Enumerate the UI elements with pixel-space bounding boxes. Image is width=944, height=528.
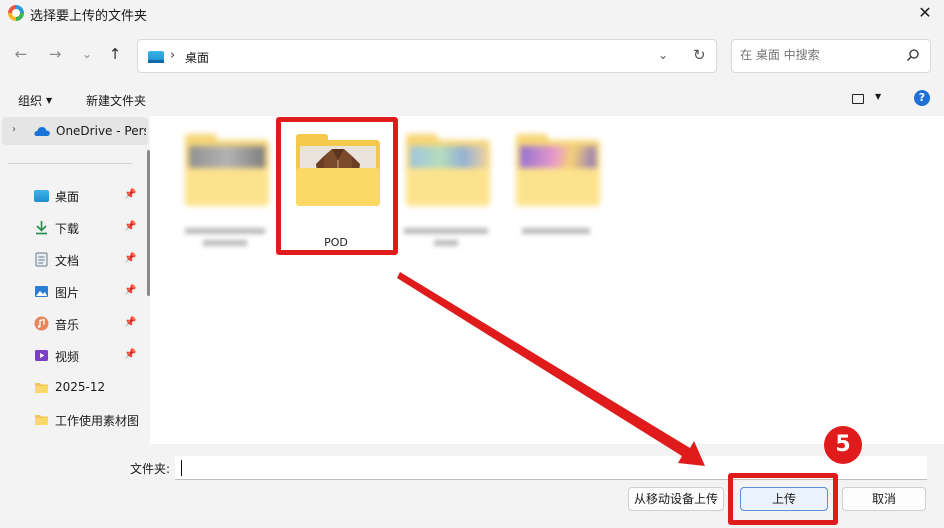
sidebar-item-videos[interactable]: 视频 📌 — [0, 342, 146, 370]
folder-icon — [35, 383, 48, 393]
search-input[interactable] — [740, 48, 900, 62]
sidebar-item-music[interactable]: 音乐 📌 — [0, 310, 146, 338]
search-icon[interactable] — [906, 48, 920, 62]
navigation-pane: › OneDrive - Personal 桌面 📌 下载 📌 文档 📌 — [0, 116, 150, 444]
pin-icon: 📌 — [124, 253, 137, 264]
folder-thumbnail — [406, 134, 490, 206]
view-mode-icon[interactable] — [852, 94, 864, 104]
navigation-bar: ← → ⌄ ↑ › 桌面 ⌄ ↻ — [0, 34, 944, 74]
back-arrow-icon[interactable]: ← — [10, 44, 32, 64]
search-box[interactable] — [731, 39, 931, 73]
desktop-icon — [34, 190, 49, 202]
window-title: 选择要上传的文件夹 — [30, 9, 148, 24]
sidebar-item-folder-2025-12[interactable]: 2025-12 — [0, 374, 146, 402]
organize-label: 组织 — [18, 94, 43, 108]
sidebar-item-label: OneDrive - Personal — [56, 124, 146, 138]
highlight-box-upload-button — [728, 473, 838, 525]
breadcrumb-separator-icon[interactable]: › — [170, 48, 175, 63]
onedrive-cloud-icon — [34, 127, 50, 136]
pin-icon: 📌 — [124, 221, 137, 232]
folder-thumbnail — [185, 134, 269, 206]
pin-icon: 📌 — [124, 349, 137, 360]
desktop-location-icon — [148, 51, 164, 63]
sidebar-item-onedrive[interactable]: › OneDrive - Personal — [2, 117, 148, 145]
sidebar-item-pictures[interactable]: 图片 📌 — [0, 278, 146, 306]
close-icon[interactable]: ✕ — [914, 2, 936, 24]
folder-thumbnail — [516, 134, 600, 206]
breadcrumb-location[interactable]: 桌面 — [185, 49, 209, 66]
sidebar-item-documents[interactable]: 文档 📌 — [0, 246, 146, 274]
organize-menu[interactable]: 组织 ▼ — [18, 92, 52, 109]
sidebar-item-folder-work-assets[interactable]: 工作使用素材图 — [0, 406, 146, 434]
pin-icon: 📌 — [124, 189, 137, 200]
folder-item[interactable] — [175, 130, 275, 260]
video-icon — [35, 350, 48, 361]
upload-from-mobile-button[interactable]: 从移动设备上传 — [628, 487, 724, 511]
folder-item[interactable] — [396, 130, 496, 260]
pin-icon: 📌 — [124, 317, 137, 328]
organize-caret-icon: ▼ — [46, 96, 53, 105]
file-list-view[interactable]: POD — [150, 116, 944, 444]
expand-chevron-icon[interactable]: › — [12, 124, 16, 135]
sidebar-item-label: 工作使用素材图 — [55, 414, 140, 428]
pin-icon: 📌 — [124, 285, 137, 296]
address-dropdown-icon[interactable]: ⌄ — [658, 48, 668, 62]
folder-item[interactable] — [506, 130, 606, 260]
text-caret — [181, 460, 182, 476]
picture-icon — [35, 286, 48, 297]
recent-locations-chevron-icon[interactable]: ⌄ — [76, 44, 98, 64]
refresh-icon[interactable]: ↻ — [693, 46, 706, 64]
forward-arrow-icon[interactable]: → — [44, 44, 66, 64]
command-bar: 组织 ▼ 新建文件夹 ▼ ? — [0, 86, 944, 114]
address-bar[interactable]: › 桌面 ⌄ ↻ — [137, 39, 717, 73]
help-icon[interactable]: ? — [914, 90, 930, 106]
highlight-box-pod-folder — [276, 117, 398, 255]
up-arrow-icon[interactable]: ↑ — [104, 44, 126, 64]
sidebar-item-desktop[interactable]: 桌面 📌 — [0, 182, 146, 210]
folder-label-obscured — [506, 226, 606, 236]
music-icon — [34, 316, 49, 331]
folder-name-label: 文件夹: — [130, 462, 171, 476]
app-icon — [8, 5, 24, 21]
view-mode-caret-icon[interactable]: ▼ — [875, 92, 881, 101]
cancel-button[interactable]: 取消 — [842, 487, 926, 511]
folder-label-obscured — [396, 226, 496, 248]
document-icon — [35, 252, 48, 267]
download-icon — [36, 221, 47, 235]
sidebar-item-label: 2025-12 — [55, 380, 106, 394]
folder-label-obscured — [175, 226, 275, 248]
sidebar-divider — [8, 163, 132, 164]
step-number-badge: 5 — [824, 426, 862, 464]
title-bar: 选择要上传的文件夹 ✕ — [0, 0, 944, 26]
sidebar-item-downloads[interactable]: 下载 📌 — [0, 214, 146, 242]
folder-icon — [35, 415, 48, 425]
new-folder-button[interactable]: 新建文件夹 — [86, 92, 146, 109]
